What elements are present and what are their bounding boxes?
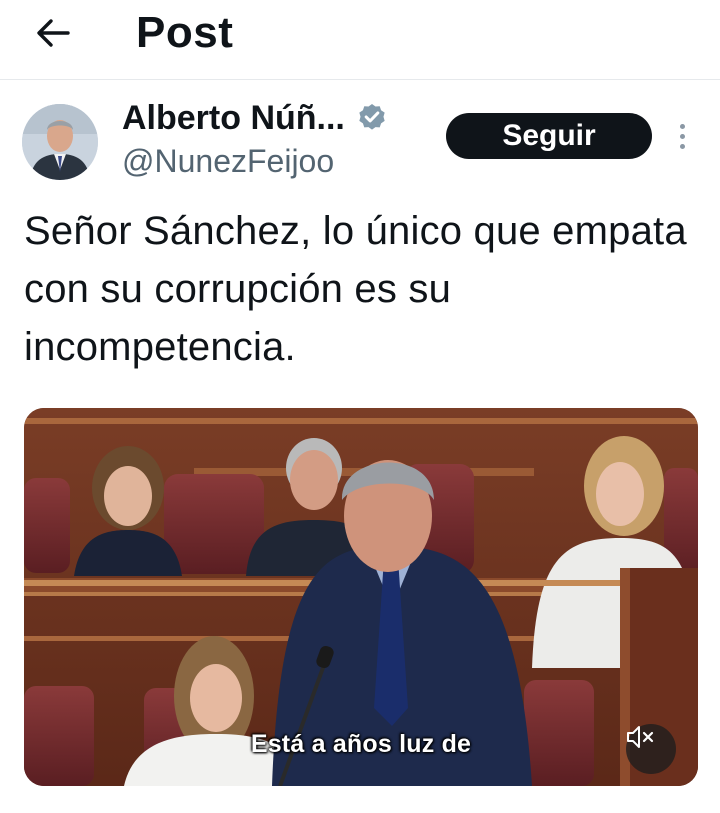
author-name[interactable]: Alberto Núñ... <box>122 98 345 138</box>
mute-button[interactable] <box>626 724 676 774</box>
top-bar: Post <box>0 0 720 80</box>
back-button[interactable] <box>30 10 76 56</box>
follow-button[interactable]: Seguir <box>446 113 652 159</box>
video-player[interactable]: Está a años luz de <box>24 408 698 786</box>
avatar[interactable] <box>22 104 98 180</box>
tweet-text: Señor Sánchez, lo único que empata con s… <box>24 209 687 369</box>
speaker-muted-icon <box>627 726 654 748</box>
video-caption: Está a años luz de <box>250 730 472 758</box>
verified-badge-icon <box>355 101 389 135</box>
page-title: Post <box>136 8 234 57</box>
author-name-row: Alberto Núñ... <box>122 98 389 138</box>
author-handle[interactable]: @NunezFeijoo <box>122 141 334 181</box>
arrow-left-icon <box>37 19 70 47</box>
post-page: Post Alberto Núñ... @NunezFeijoo Seguir … <box>0 0 720 813</box>
more-options-icon[interactable] <box>666 116 698 156</box>
